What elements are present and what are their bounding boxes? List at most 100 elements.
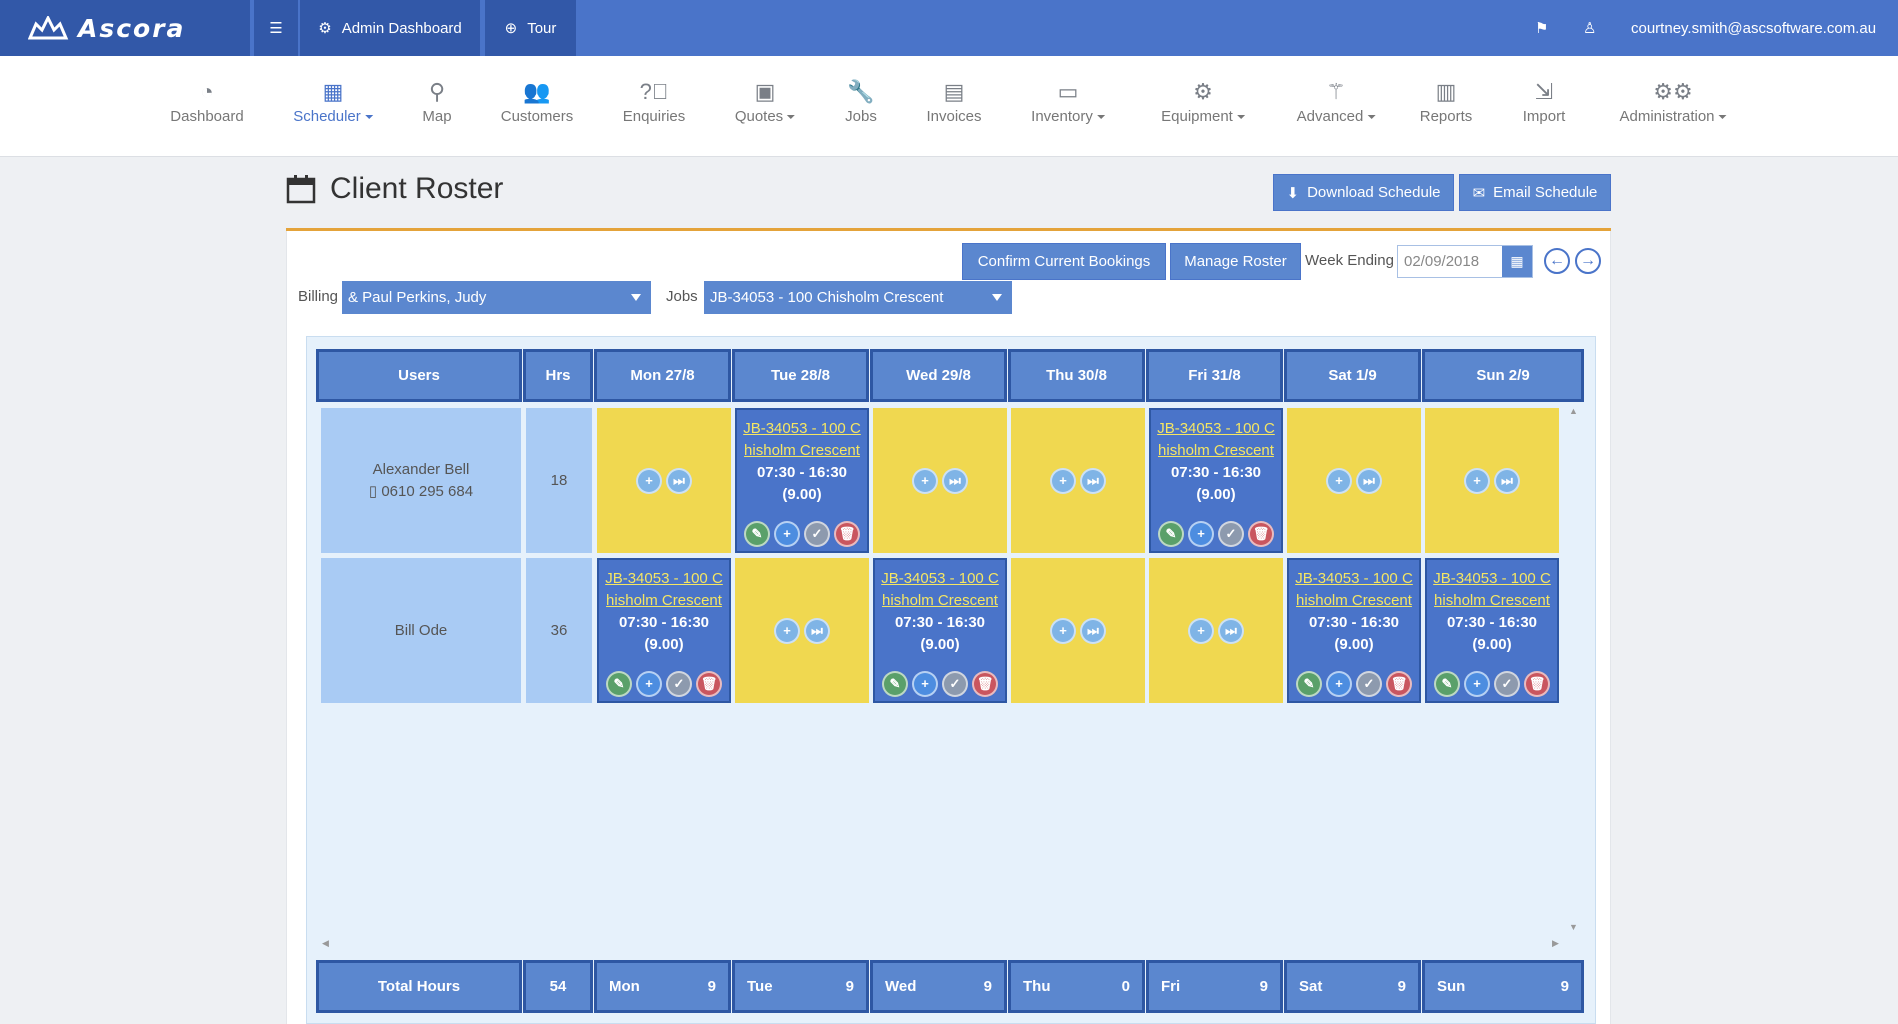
trash-icon[interactable]: 🗑 [696,671,722,697]
user-cell: Bill Ode [321,558,521,703]
nav-equipment[interactable]: ⚙ Equipment [1161,80,1245,125]
jobs-select[interactable]: JB-34053 - 100 Chisholm Crescent [704,281,1012,314]
nav-map[interactable]: ⚲ Map [422,80,451,126]
nav-administration[interactable]: ⚙⚙ Administration [1619,80,1727,125]
check-icon[interactable]: ✓ [1356,671,1382,697]
pencil-icon[interactable]: ✎ [606,671,632,697]
nav-inventory[interactable]: ▭ Inventory [1031,80,1105,125]
menu-toggle-button[interactable]: ☰ [254,0,298,56]
add-booking-button[interactable]: + [912,467,938,494]
skip-icon[interactable]: ⏭ [942,467,968,494]
vertical-scrollbar[interactable]: ▲ ▼ [1564,406,1582,936]
horizontal-scrollbar[interactable]: ◀ ▶ [316,934,1566,952]
skip-icon[interactable]: ⏭ [1218,617,1244,644]
check-icon[interactable]: ✓ [804,521,830,547]
user-email[interactable]: courtney.smith@ascsoftware.com.au [1631,0,1876,56]
user-phone: 0610 295 684 [381,482,474,500]
pencil-icon[interactable]: ✎ [882,671,908,697]
nav-quotes[interactable]: ▣ Quotes [735,80,796,125]
skip-icon[interactable]: ⏭ [1080,617,1106,644]
add-booking-button[interactable]: + [1326,467,1352,494]
add-booking-button[interactable]: + [1050,467,1076,494]
email-schedule-button[interactable]: ✉ Email Schedule [1459,174,1611,211]
tour-button[interactable]: ⊕ Tour [485,0,576,56]
job-link[interactable]: JB-34053 - 100 Chisholm Crescent [737,410,867,462]
job-link[interactable]: JB-34053 - 100 Chisholm Crescent [875,560,1005,612]
brand-logo[interactable]: Ascora [0,0,250,56]
day-total-label: Fri [1161,978,1181,995]
scroll-up-icon[interactable]: ▲ [1569,406,1578,416]
add-booking-button[interactable]: + [1050,617,1076,644]
dashboard-icon: ◔ [200,79,214,104]
roster-slot-booked: JB-34053 - 100 Chisholm Crescent 07:30 -… [873,558,1007,703]
question-icon: ?⃝ [639,79,669,104]
trash-icon[interactable]: 🗑 [1386,671,1412,697]
plus-icon[interactable]: + [774,520,800,547]
billing-select[interactable]: & Paul Perkins, Judy [342,281,651,314]
manage-roster-button[interactable]: Manage Roster [1170,243,1301,280]
plus-icon[interactable]: + [636,670,662,697]
roster-slot-booked: JB-34053 - 100 Chisholm Crescent 07:30 -… [735,408,869,553]
skip-icon[interactable]: ⏭ [1356,467,1382,494]
nav-enquiries[interactable]: ?⃝ Enquiries [623,79,686,126]
trash-icon[interactable]: 🗑 [972,671,998,697]
day-total-value: 9 [1397,978,1406,995]
add-booking-button[interactable]: + [1464,467,1490,494]
nav-label: Jobs [845,108,877,125]
day-total-label: Sat [1299,978,1323,995]
job-link[interactable]: JB-34053 - 100 Chisholm Crescent [599,560,729,612]
check-icon[interactable]: ✓ [666,671,692,697]
next-week-button[interactable]: → [1575,248,1601,274]
download-schedule-button[interactable]: ⬇ Download Schedule [1273,174,1454,211]
job-link[interactable]: JB-34053 - 100 Chisholm Crescent [1151,410,1281,462]
page-title-text: Client Roster [330,172,504,205]
week-ending-value: 02/09/2018 [1404,253,1480,270]
calendar-icon[interactable]: ▦ [1502,246,1532,277]
trash-icon[interactable]: 🗑 [1524,671,1550,697]
skip-icon[interactable]: ⏭ [666,467,692,494]
add-booking-button[interactable]: + [774,617,800,644]
plus-icon[interactable]: + [1188,520,1214,547]
skip-icon[interactable]: ⏭ [804,617,830,644]
confirm-bookings-button[interactable]: Confirm Current Bookings [962,243,1166,280]
skip-icon[interactable]: ⏭ [1080,467,1106,494]
pencil-icon[interactable]: ✎ [1158,521,1184,547]
nav-reports[interactable]: ▥ Reports [1420,80,1473,126]
job-link[interactable]: JB-34053 - 100 Chisholm Crescent [1427,560,1557,612]
header-day: Tue 28/8 [732,349,869,402]
day-total: Sun 9 [1422,960,1584,1013]
nav-invoices[interactable]: ▤ Invoices [926,80,981,126]
plus-icon[interactable]: + [1464,670,1490,697]
nav-jobs[interactable]: 🔧 Jobs [845,80,877,126]
scroll-right-icon[interactable]: ▶ [1552,938,1559,949]
nav-advanced[interactable]: ⚚ Advanced [1297,80,1376,125]
plus-icon[interactable]: + [912,670,938,697]
pencil-icon[interactable]: ✎ [744,521,770,547]
admin-dashboard-button[interactable]: ⚙ Admin Dashboard [300,0,480,56]
week-ending-input[interactable]: 02/09/2018 ▦ [1397,245,1533,278]
header-day: Thu 30/8 [1008,349,1145,402]
nav-dashboard[interactable]: ◔ Dashboard [170,79,243,126]
jobs-label: Jobs [666,288,698,305]
previous-week-button[interactable]: ← [1544,248,1570,274]
check-icon[interactable]: ✓ [942,671,968,697]
add-booking-button[interactable]: + [636,467,662,494]
trash-icon[interactable]: 🗑 [1248,521,1274,547]
check-icon[interactable]: ✓ [1494,671,1520,697]
scroll-left-icon[interactable]: ◀ [322,938,329,949]
nav-import[interactable]: ⇲ Import [1523,80,1566,126]
nav-customers[interactable]: 👥 Customers [501,80,574,126]
trash-icon[interactable]: 🗑 [834,521,860,547]
job-link[interactable]: JB-34053 - 100 Chisholm Crescent [1289,560,1419,612]
check-icon[interactable]: ✓ [1218,521,1244,547]
chevron-down-icon [631,294,641,301]
skip-icon[interactable]: ⏭ [1494,467,1520,494]
plus-icon[interactable]: + [1326,670,1352,697]
add-booking-button[interactable]: + [1188,617,1214,644]
user-button[interactable]: ♙ [1583,0,1596,56]
flag-button[interactable]: ⚑ [1535,0,1548,56]
pencil-icon[interactable]: ✎ [1434,671,1460,697]
pencil-icon[interactable]: ✎ [1296,671,1322,697]
nav-scheduler[interactable]: ▦ Scheduler [293,80,373,125]
scroll-down-icon[interactable]: ▼ [1569,922,1578,932]
